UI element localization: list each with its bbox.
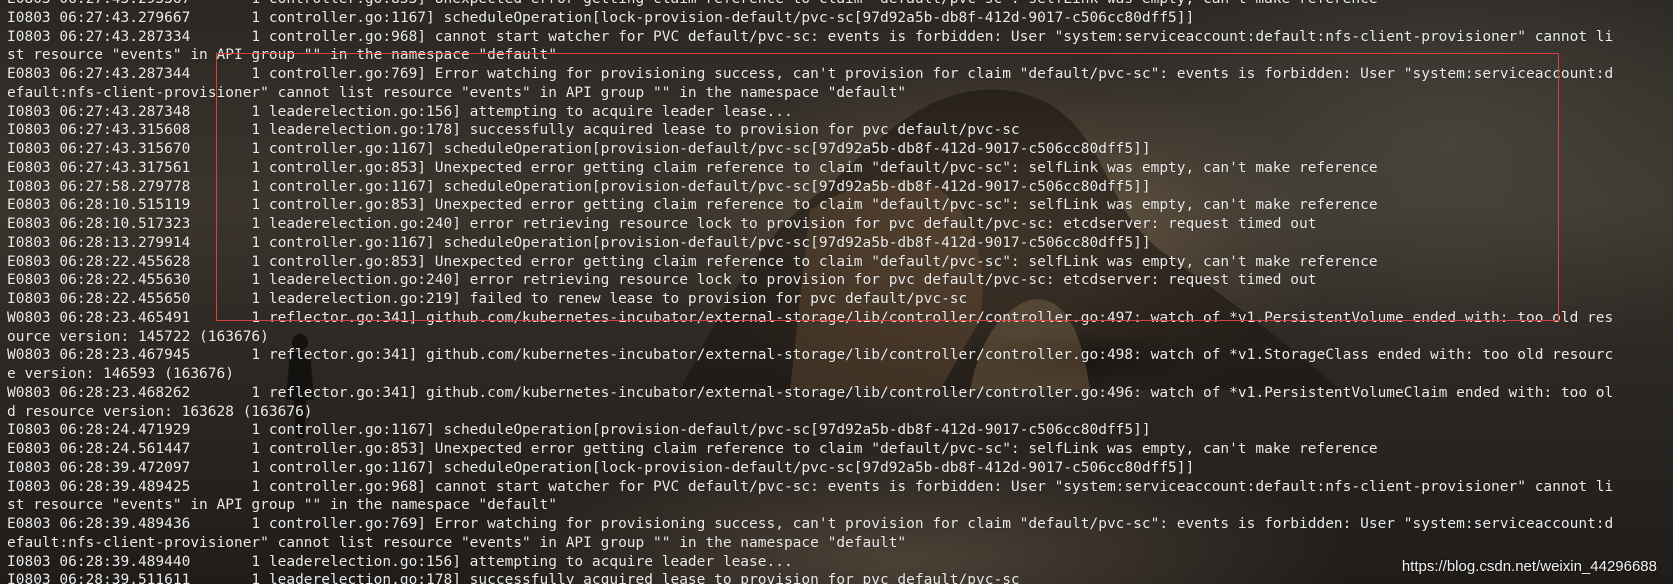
log-line: st resource "events" in API group "" in … bbox=[7, 47, 557, 64]
log-line: E0803 06:27:43.317561 1 controller.go:85… bbox=[7, 159, 1378, 176]
log-line: I0803 06:27:43.315670 1 controller.go:11… bbox=[7, 141, 1151, 157]
log-line: I0803 06:28:24.471929 1 controller.go:11… bbox=[7, 422, 1151, 439]
log-line: E0803 06:28:24.561447 1 controller.go:85… bbox=[7, 441, 1378, 457]
log-line: I0803 06:28:22.455650 1 leaderelection.g… bbox=[7, 291, 968, 307]
log-line: I0803 06:27:43.315608 1 leaderelection.g… bbox=[7, 122, 1020, 139]
log-line: I0803 06:27:58.279778 1 controller.go:11… bbox=[7, 178, 1151, 195]
log-line: E0803 06:28:22.455628 1 controller.go:85… bbox=[7, 253, 1378, 270]
log-line: I0803 06:28:13.279914 1 controller.go:11… bbox=[7, 234, 1151, 251]
log-line: I0803 06:27:43.287348 1 leaderelection.g… bbox=[7, 103, 793, 120]
terminal-window[interactable]: E0803 06:27:43.293367 1 controller.go:85… bbox=[0, 0, 1673, 584]
log-line: I0803 06:27:43.279667 1 controller.go:11… bbox=[7, 9, 1195, 26]
log-line: e version: 146593 (163676) bbox=[7, 366, 234, 382]
log-line: ource version: 145722 (163676) bbox=[7, 328, 269, 345]
log-line: E0803 06:27:43.293367 1 controller.go:85… bbox=[7, 0, 1667, 9]
log-line: efault:nfs-client-provisioner" cannot li… bbox=[7, 534, 907, 551]
log-line: W0803 06:28:23.467945 1 reflector.go:341… bbox=[7, 347, 1614, 364]
log-line: W0803 06:28:23.465491 1 reflector.go:341… bbox=[7, 309, 1614, 326]
log-line: st resource "events" in API group "" in … bbox=[7, 497, 557, 514]
log-line: I0803 06:28:39.489425 1 controller.go:96… bbox=[7, 478, 1614, 495]
log-line: I0803 06:27:43.287334 1 controller.go:96… bbox=[7, 28, 1614, 45]
log-line: E0803 06:28:10.515119 1 controller.go:85… bbox=[7, 197, 1378, 214]
log-line: efault:nfs-client-provisioner" cannot li… bbox=[7, 84, 907, 101]
log-output: E0803 06:27:43.293367 1 controller.go:85… bbox=[7, 0, 1667, 584]
log-line: d resource version: 163628 (163676) bbox=[7, 403, 313, 420]
log-line: E0803 06:28:22.455630 1 leaderelection.g… bbox=[7, 272, 1317, 289]
log-line: W0803 06:28:23.468262 1 reflector.go:341… bbox=[7, 384, 1614, 401]
log-line: E0803 06:27:43.287344 1 controller.go:76… bbox=[7, 66, 1614, 82]
watermark-text: https://blog.csdn.net/weixin_44296688 bbox=[1401, 558, 1657, 575]
log-line: E0803 06:28:39.489436 1 controller.go:76… bbox=[7, 516, 1614, 532]
log-line: E0803 06:28:10.517323 1 leaderelection.g… bbox=[7, 216, 1317, 232]
log-line: I0803 06:28:39.472097 1 controller.go:11… bbox=[7, 459, 1195, 476]
